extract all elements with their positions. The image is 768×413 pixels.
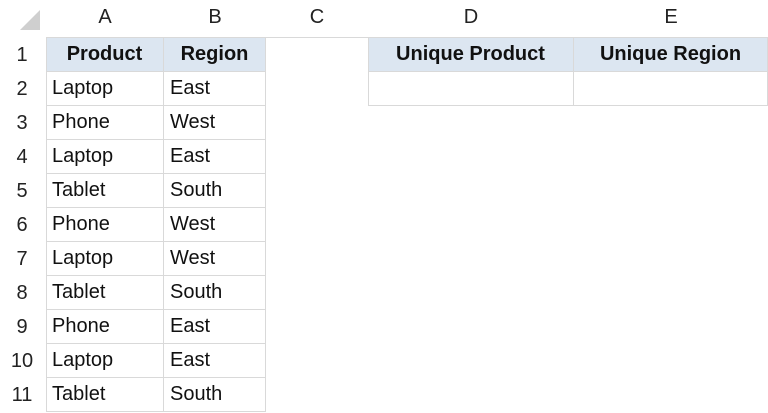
- cell-a5-product[interactable]: Tablet: [46, 174, 164, 208]
- column-header-c[interactable]: C: [266, 0, 368, 34]
- grid-left-border: [46, 38, 47, 412]
- cell-b7-region[interactable]: West: [164, 242, 266, 276]
- select-all-corner[interactable]: [0, 0, 44, 34]
- cell-a1-product-header[interactable]: Product: [46, 38, 164, 72]
- row-header-11[interactable]: 11: [0, 378, 44, 412]
- cell-a11-product[interactable]: Tablet: [46, 378, 164, 412]
- cell-b6-region[interactable]: West: [164, 208, 266, 242]
- row-header-4[interactable]: 4: [0, 140, 44, 174]
- row-header-6[interactable]: 6: [0, 208, 44, 242]
- column-header-d[interactable]: D: [368, 0, 574, 34]
- cell-b5-region[interactable]: South: [164, 174, 266, 208]
- cell-b11-region[interactable]: South: [164, 378, 266, 412]
- column-header-a[interactable]: A: [46, 0, 164, 34]
- column-header-b[interactable]: B: [164, 0, 266, 34]
- cell-a8-product[interactable]: Tablet: [46, 276, 164, 310]
- cell-b1-region-header[interactable]: Region: [164, 38, 266, 72]
- row-header-9[interactable]: 9: [0, 310, 44, 344]
- cell-b3-region[interactable]: West: [164, 106, 266, 140]
- cell-a4-product[interactable]: Laptop: [46, 140, 164, 174]
- row-header-8[interactable]: 8: [0, 276, 44, 310]
- cell-b8-region[interactable]: South: [164, 276, 266, 310]
- row-header-3[interactable]: 3: [0, 106, 44, 140]
- cell-a3-product[interactable]: Phone: [46, 106, 164, 140]
- cell-a2-product[interactable]: Laptop: [46, 72, 164, 106]
- cell-b10-region[interactable]: East: [164, 344, 266, 378]
- cell-d1-unique-product-header[interactable]: Unique Product: [368, 38, 574, 72]
- cell-b2-region[interactable]: East: [164, 72, 266, 106]
- select-all-triangle-icon: [20, 10, 40, 30]
- cell-b4-region[interactable]: East: [164, 140, 266, 174]
- column-header-e[interactable]: E: [574, 0, 768, 34]
- output-left-border: [368, 38, 369, 106]
- row-header-7[interactable]: 7: [0, 242, 44, 276]
- row-header-1[interactable]: 1: [0, 38, 44, 72]
- cell-e1-unique-region-header[interactable]: Unique Region: [574, 38, 768, 72]
- row-header-10[interactable]: 10: [0, 344, 44, 378]
- cell-b9-region[interactable]: East: [164, 310, 266, 344]
- cell-a10-product[interactable]: Laptop: [46, 344, 164, 378]
- row-header-2[interactable]: 2: [0, 72, 44, 106]
- cell-a9-product[interactable]: Phone: [46, 310, 164, 344]
- cell-a6-product[interactable]: Phone: [46, 208, 164, 242]
- row-header-5[interactable]: 5: [0, 174, 44, 208]
- cell-a7-product[interactable]: Laptop: [46, 242, 164, 276]
- cell-e2-unique-region-output[interactable]: [574, 72, 768, 106]
- cell-d2-unique-product-output[interactable]: [368, 72, 574, 106]
